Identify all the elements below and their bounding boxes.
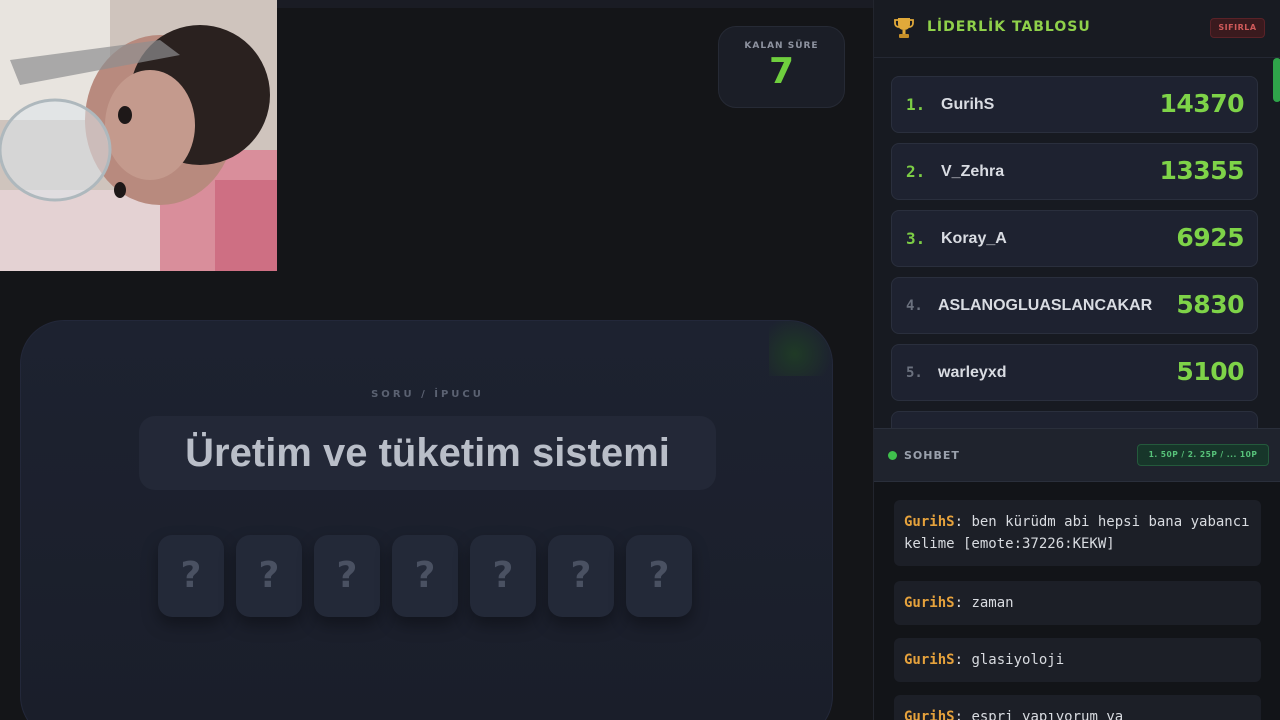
question-text: Üretim ve tüketim sistemi: [185, 431, 670, 475]
player-name: GurihS: [941, 96, 995, 113]
chat-message: GurihS: espri yapıyorum ya: [894, 695, 1261, 720]
player-name: ASLANOGLUASLANCAKAR: [938, 297, 1153, 314]
timer-label: KALAN SÜRE: [744, 41, 819, 51]
reset-button[interactable]: SIFIRLA: [1210, 18, 1265, 38]
message-text: glasiyoloji: [971, 652, 1065, 668]
message-username: GurihS: [904, 595, 955, 611]
game-area: KALAN SÜRE 7 SORU / İPUCU Üretim ve tüke…: [0, 0, 873, 720]
leaderboard-list: 1. GurihS 14370 2. V_Zehra 13355 3. Kora…: [891, 76, 1258, 428]
rank: 3.: [906, 229, 926, 248]
leaderboard-row: 2. V_Zehra 13355: [891, 143, 1258, 200]
message-username: GurihS: [904, 709, 955, 720]
answer-tiles: ? ? ? ? ? ? ?: [158, 535, 692, 617]
sidebar: LİDERLİK TABLOSU SIFIRLA 1. GurihS 14370…: [873, 0, 1280, 720]
countdown-timer: KALAN SÜRE 7: [718, 26, 845, 108]
player-name: warleyxd: [938, 364, 1007, 381]
letter-tile: ?: [314, 535, 380, 617]
leaderboard-row-partial: [891, 411, 1258, 428]
points-info-badge: 1. 50P / 2. 25P / ... 10P: [1137, 444, 1269, 466]
leaderboard-scrollbar[interactable]: [1273, 58, 1280, 102]
question-card: SORU / İPUCU Üretim ve tüketim sistemi ?…: [20, 320, 833, 720]
leaderboard-header: LİDERLİK TABLOSU SIFIRLA: [874, 0, 1280, 58]
leaderboard-row: 4. ASLANOGLUASLANCAKAR 5830: [891, 277, 1258, 334]
player-name: Koray_A: [941, 230, 1007, 247]
chat-message: GurihS: ben kürüdm abi hepsi bana yabanc…: [894, 500, 1261, 566]
letter-tile: ?: [548, 535, 614, 617]
rank: 2.: [906, 162, 926, 181]
trophy-icon: [894, 18, 914, 38]
message-username: GurihS: [904, 652, 955, 668]
message-text: espri yapıyorum ya: [971, 709, 1124, 720]
letter-tile: ?: [158, 535, 224, 617]
player-score: 13355: [1159, 156, 1245, 185]
live-dot-icon: [888, 451, 897, 460]
message-text: ben kürüdm abi hepsi bana yabancı kelime…: [904, 514, 1250, 552]
letter-tile: ?: [470, 535, 536, 617]
player-score: 6925: [1176, 223, 1244, 252]
chat-messages[interactable]: GurihS: ben kürüdm abi hepsi bana yabanc…: [874, 482, 1280, 720]
leaderboard-row: 5. warleyxd 5100: [891, 344, 1258, 401]
rank: 5.: [906, 365, 923, 381]
leaderboard-row: 1. GurihS 14370: [891, 76, 1258, 133]
webcam-feed: [0, 0, 277, 271]
player-score: 5830: [1176, 290, 1244, 319]
question-box: Üretim ve tüketim sistemi: [139, 416, 716, 490]
question-label: SORU / İPUCU: [371, 389, 484, 400]
leaderboard-title: LİDERLİK TABLOSU: [927, 19, 1091, 35]
chat-message: GurihS: glasiyoloji: [894, 638, 1261, 682]
leaderboard-row: 3. Koray_A 6925: [891, 210, 1258, 267]
player-score: 14370: [1159, 89, 1245, 118]
rank: 4.: [906, 298, 923, 314]
message-text: zaman: [971, 595, 1014, 611]
message-username: GurihS: [904, 514, 955, 530]
player-score: 5100: [1176, 357, 1244, 386]
letter-tile: ?: [392, 535, 458, 617]
chat-header: SOHBET 1. 50P / 2. 25P / ... 10P: [874, 428, 1280, 482]
timer-value: 7: [768, 51, 795, 92]
top-strip: [277, 0, 873, 8]
chat-message: GurihS: zaman: [894, 581, 1261, 625]
card-glow: [769, 321, 833, 376]
player-name: V_Zehra: [941, 163, 1005, 180]
chat-title: SOHBET: [904, 449, 960, 462]
rank: 1.: [906, 95, 926, 114]
letter-tile: ?: [236, 535, 302, 617]
letter-tile: ?: [626, 535, 692, 617]
